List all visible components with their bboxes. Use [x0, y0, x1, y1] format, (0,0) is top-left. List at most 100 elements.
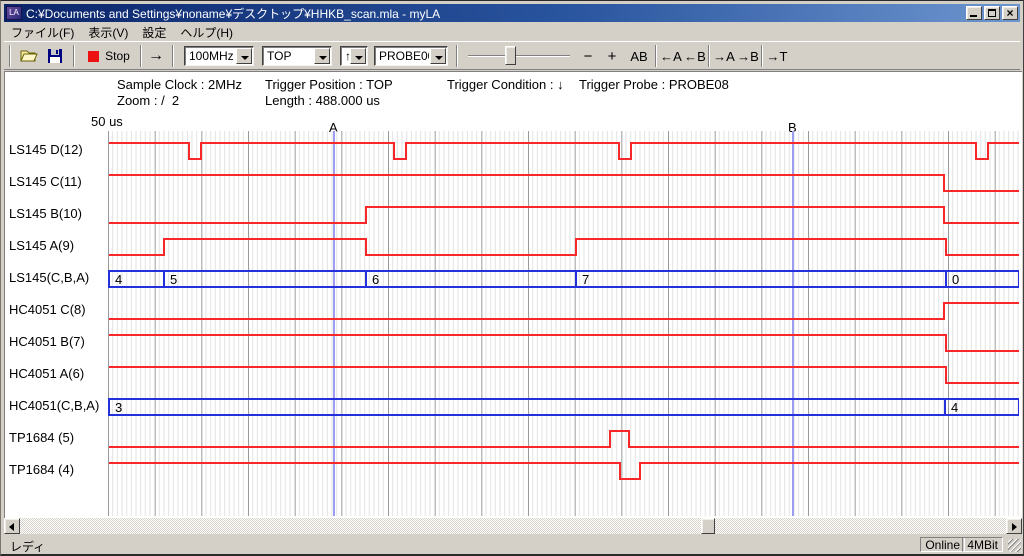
trigger-position-combobox[interactable]: TOP — [262, 46, 332, 66]
sample-clock-info: Sample Clock : 2MHz — [117, 77, 242, 92]
menu-help[interactable]: ヘルプ(H) — [173, 22, 240, 43]
goto-trigger-button[interactable]: →T — [765, 45, 789, 67]
toolbar-grip — [9, 45, 11, 67]
minus-icon: − — [584, 48, 593, 65]
signal-label: LS145 B(10) — [9, 206, 105, 222]
close-button[interactable]: × — [1002, 6, 1018, 20]
signal-label: LS145 C(11) — [9, 174, 105, 190]
maximize-button[interactable] — [984, 6, 1000, 20]
dropdown-arrow-button[interactable] — [430, 48, 446, 64]
bus-value: 7 — [582, 272, 589, 287]
left-arrow-a-label: ←A — [660, 49, 682, 64]
plus-icon: + — [608, 48, 617, 65]
chevron-down-icon — [355, 56, 363, 60]
clock-value: 100MHz — [189, 49, 235, 63]
stop-label: Stop — [105, 49, 130, 63]
toolbar-separator — [708, 45, 710, 67]
right-arrow-t-label: →T — [767, 49, 788, 64]
toolbar-separator — [172, 45, 174, 67]
minimize-button[interactable] — [966, 6, 982, 20]
run-button[interactable]: → — [144, 45, 168, 67]
run-arrow-icon: → — [148, 47, 164, 65]
stop-square-icon — [88, 51, 99, 62]
horizontal-scrollbar[interactable] — [4, 518, 1022, 534]
menu-file[interactable]: ファイル(F) — [4, 22, 81, 43]
application-window: LA C:¥Documents and Settings¥noname¥デスクト… — [0, 0, 1024, 556]
scrollbar-thumb[interactable] — [701, 518, 715, 534]
probe-value: PROBE00 — [379, 49, 429, 63]
bus-value: 4 — [115, 272, 122, 287]
trigger-condition-info: Trigger Condition : ↓ — [447, 77, 564, 92]
bus-value: 6 — [372, 272, 379, 287]
trigger-probe-info: Trigger Probe : PROBE08 — [579, 77, 729, 92]
status-ready-text: レディ — [10, 538, 45, 555]
stop-button[interactable]: Stop — [82, 45, 136, 67]
save-floppy-icon — [47, 48, 63, 64]
maximize-icon — [988, 9, 996, 17]
signal-label: HC4051 A(6) — [9, 366, 105, 382]
clock-combobox[interactable]: 100MHz — [184, 46, 254, 66]
status-memory-badge: 4MBit — [962, 537, 1003, 552]
chevron-down-icon — [435, 56, 443, 60]
ab-button[interactable]: AB — [626, 45, 652, 67]
probe-combobox[interactable]: PROBE00 — [374, 46, 448, 66]
right-arrow-a-label: →A — [713, 49, 735, 64]
timescale-label: 50 us — [91, 114, 123, 129]
bus-value: 4 — [951, 400, 958, 415]
minimize-icon — [970, 15, 977, 17]
scroll-left-icon — [9, 523, 14, 531]
bus-value: 3 — [115, 400, 122, 415]
zoom-slider-thumb[interactable] — [505, 46, 516, 65]
cursor-a-left-button[interactable]: ←A — [659, 45, 683, 67]
app-icon[interactable]: LA — [6, 6, 22, 20]
trigger-position-value: TOP — [267, 49, 313, 63]
resize-grip[interactable] — [1008, 539, 1021, 552]
bus-value: 0 — [952, 272, 959, 287]
open-folder-icon — [20, 48, 38, 64]
dropdown-arrow-button[interactable] — [350, 48, 366, 64]
zoom-in-button[interactable]: + — [602, 45, 622, 67]
close-icon: × — [1003, 7, 1017, 19]
left-arrow-b-label: ←B — [684, 49, 706, 64]
signal-label: HC4051(C,B,A) — [9, 398, 105, 414]
toolbar-separator — [456, 45, 458, 67]
length-info: Length : 488.000 us — [265, 93, 380, 108]
chevron-down-icon — [241, 56, 249, 60]
window-title: C:¥Documents and Settings¥noname¥デスクトップ¥… — [26, 5, 966, 22]
signal-label: TP1684 (4) — [9, 462, 105, 478]
open-file-button[interactable] — [17, 45, 41, 67]
status-online-badge: Online — [920, 537, 965, 552]
waveform-grid — [108, 131, 1019, 516]
signal-label: LS145(C,B,A) — [9, 270, 105, 286]
signal-label: TP1684 (5) — [9, 430, 105, 446]
menu-bar: ファイル(F) 表示(V) 設定 ヘルプ(H) — [4, 23, 1020, 41]
cursor-b-right-button[interactable]: →B — [736, 45, 760, 67]
zoom-out-button[interactable]: − — [578, 45, 598, 67]
zoom-slider-track[interactable] — [468, 55, 570, 57]
chevron-down-icon — [319, 56, 327, 60]
menu-view[interactable]: 表示(V) — [81, 22, 135, 43]
dropdown-arrow-button[interactable] — [236, 48, 252, 64]
ab-label: AB — [630, 49, 647, 64]
toolbar-separator — [73, 45, 75, 67]
bus-value: 5 — [170, 272, 177, 287]
trigger-edge-combobox[interactable]: ↑ — [340, 46, 368, 66]
scroll-right-icon — [1012, 523, 1017, 531]
scroll-right-button[interactable] — [1006, 518, 1022, 534]
toolbar-separator — [761, 45, 763, 67]
waveform-plot[interactable]: 4 5 6 7 0 3 4 — [108, 131, 1019, 516]
scroll-left-button[interactable] — [4, 518, 20, 534]
signal-label: LS145 A(9) — [9, 238, 105, 254]
cursor-b-left-button[interactable]: ←B — [683, 45, 707, 67]
right-arrow-b-label: →B — [737, 49, 759, 64]
cursor-a-right-button[interactable]: →A — [712, 45, 736, 67]
toolbar: Stop → 100MHz TOP ↑ PROBE00 − + AB ←A ←B — [4, 41, 1020, 70]
menu-settings[interactable]: 設定 — [135, 22, 173, 43]
trigger-position-info: Trigger Position : TOP — [265, 77, 393, 92]
title-bar[interactable]: LA C:¥Documents and Settings¥noname¥デスクト… — [4, 4, 1020, 22]
dropdown-arrow-button[interactable] — [314, 48, 330, 64]
save-file-button[interactable] — [43, 45, 67, 67]
toolbar-separator — [140, 45, 142, 67]
signal-label: HC4051 C(8) — [9, 302, 105, 318]
status-bar: レディ Online 4MBit — [4, 536, 1022, 554]
